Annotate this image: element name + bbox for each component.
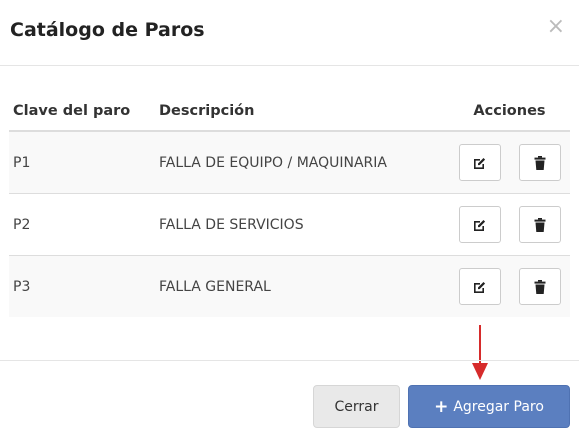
modal-footer: Cerrar + Agregar Paro — [0, 360, 579, 435]
edit-icon — [474, 219, 486, 231]
plus-icon: + — [434, 396, 449, 417]
table-row: P1 FALLA DE EQUIPO / MAQUINARIA — [9, 130, 570, 194]
add-paro-label: Agregar Paro — [453, 398, 544, 415]
edit-icon — [474, 157, 486, 169]
delete-button[interactable] — [519, 144, 561, 181]
row-actions — [445, 255, 570, 317]
delete-button[interactable] — [519, 206, 561, 243]
row-code: P2 — [9, 193, 155, 256]
row-code: P1 — [9, 130, 155, 194]
row-actions — [445, 193, 570, 256]
modal-title: Catálogo de Paros — [10, 19, 205, 41]
table-row: P2 FALLA DE SERVICIOS — [9, 193, 570, 256]
table-row: P3 FALLA GENERAL — [9, 255, 570, 317]
delete-button[interactable] — [519, 268, 561, 305]
paros-table: Clave del paro Descripción Acciones P1 F… — [9, 92, 570, 317]
edit-icon — [474, 281, 486, 293]
edit-button[interactable] — [459, 144, 501, 181]
trash-icon — [534, 217, 546, 232]
edit-button[interactable] — [459, 268, 501, 305]
header-description: Descripción — [155, 92, 445, 132]
row-description: FALLA DE EQUIPO / MAQUINARIA — [155, 130, 445, 194]
close-button[interactable]: Cerrar — [313, 385, 400, 428]
edit-button[interactable] — [459, 206, 501, 243]
add-paro-button[interactable]: + Agregar Paro — [408, 385, 570, 428]
header-code: Clave del paro — [9, 92, 155, 132]
header-actions: Acciones — [445, 92, 570, 132]
trash-icon — [534, 279, 546, 294]
row-description: FALLA DE SERVICIOS — [155, 193, 445, 256]
row-actions — [445, 130, 570, 194]
row-description: FALLA GENERAL — [155, 255, 445, 317]
modal-header: Catálogo de Paros × — [0, 0, 579, 66]
trash-icon — [534, 155, 546, 170]
row-code: P3 — [9, 255, 155, 317]
close-icon[interactable]: × — [547, 16, 565, 38]
table-header-row: Clave del paro Descripción Acciones — [9, 92, 570, 132]
